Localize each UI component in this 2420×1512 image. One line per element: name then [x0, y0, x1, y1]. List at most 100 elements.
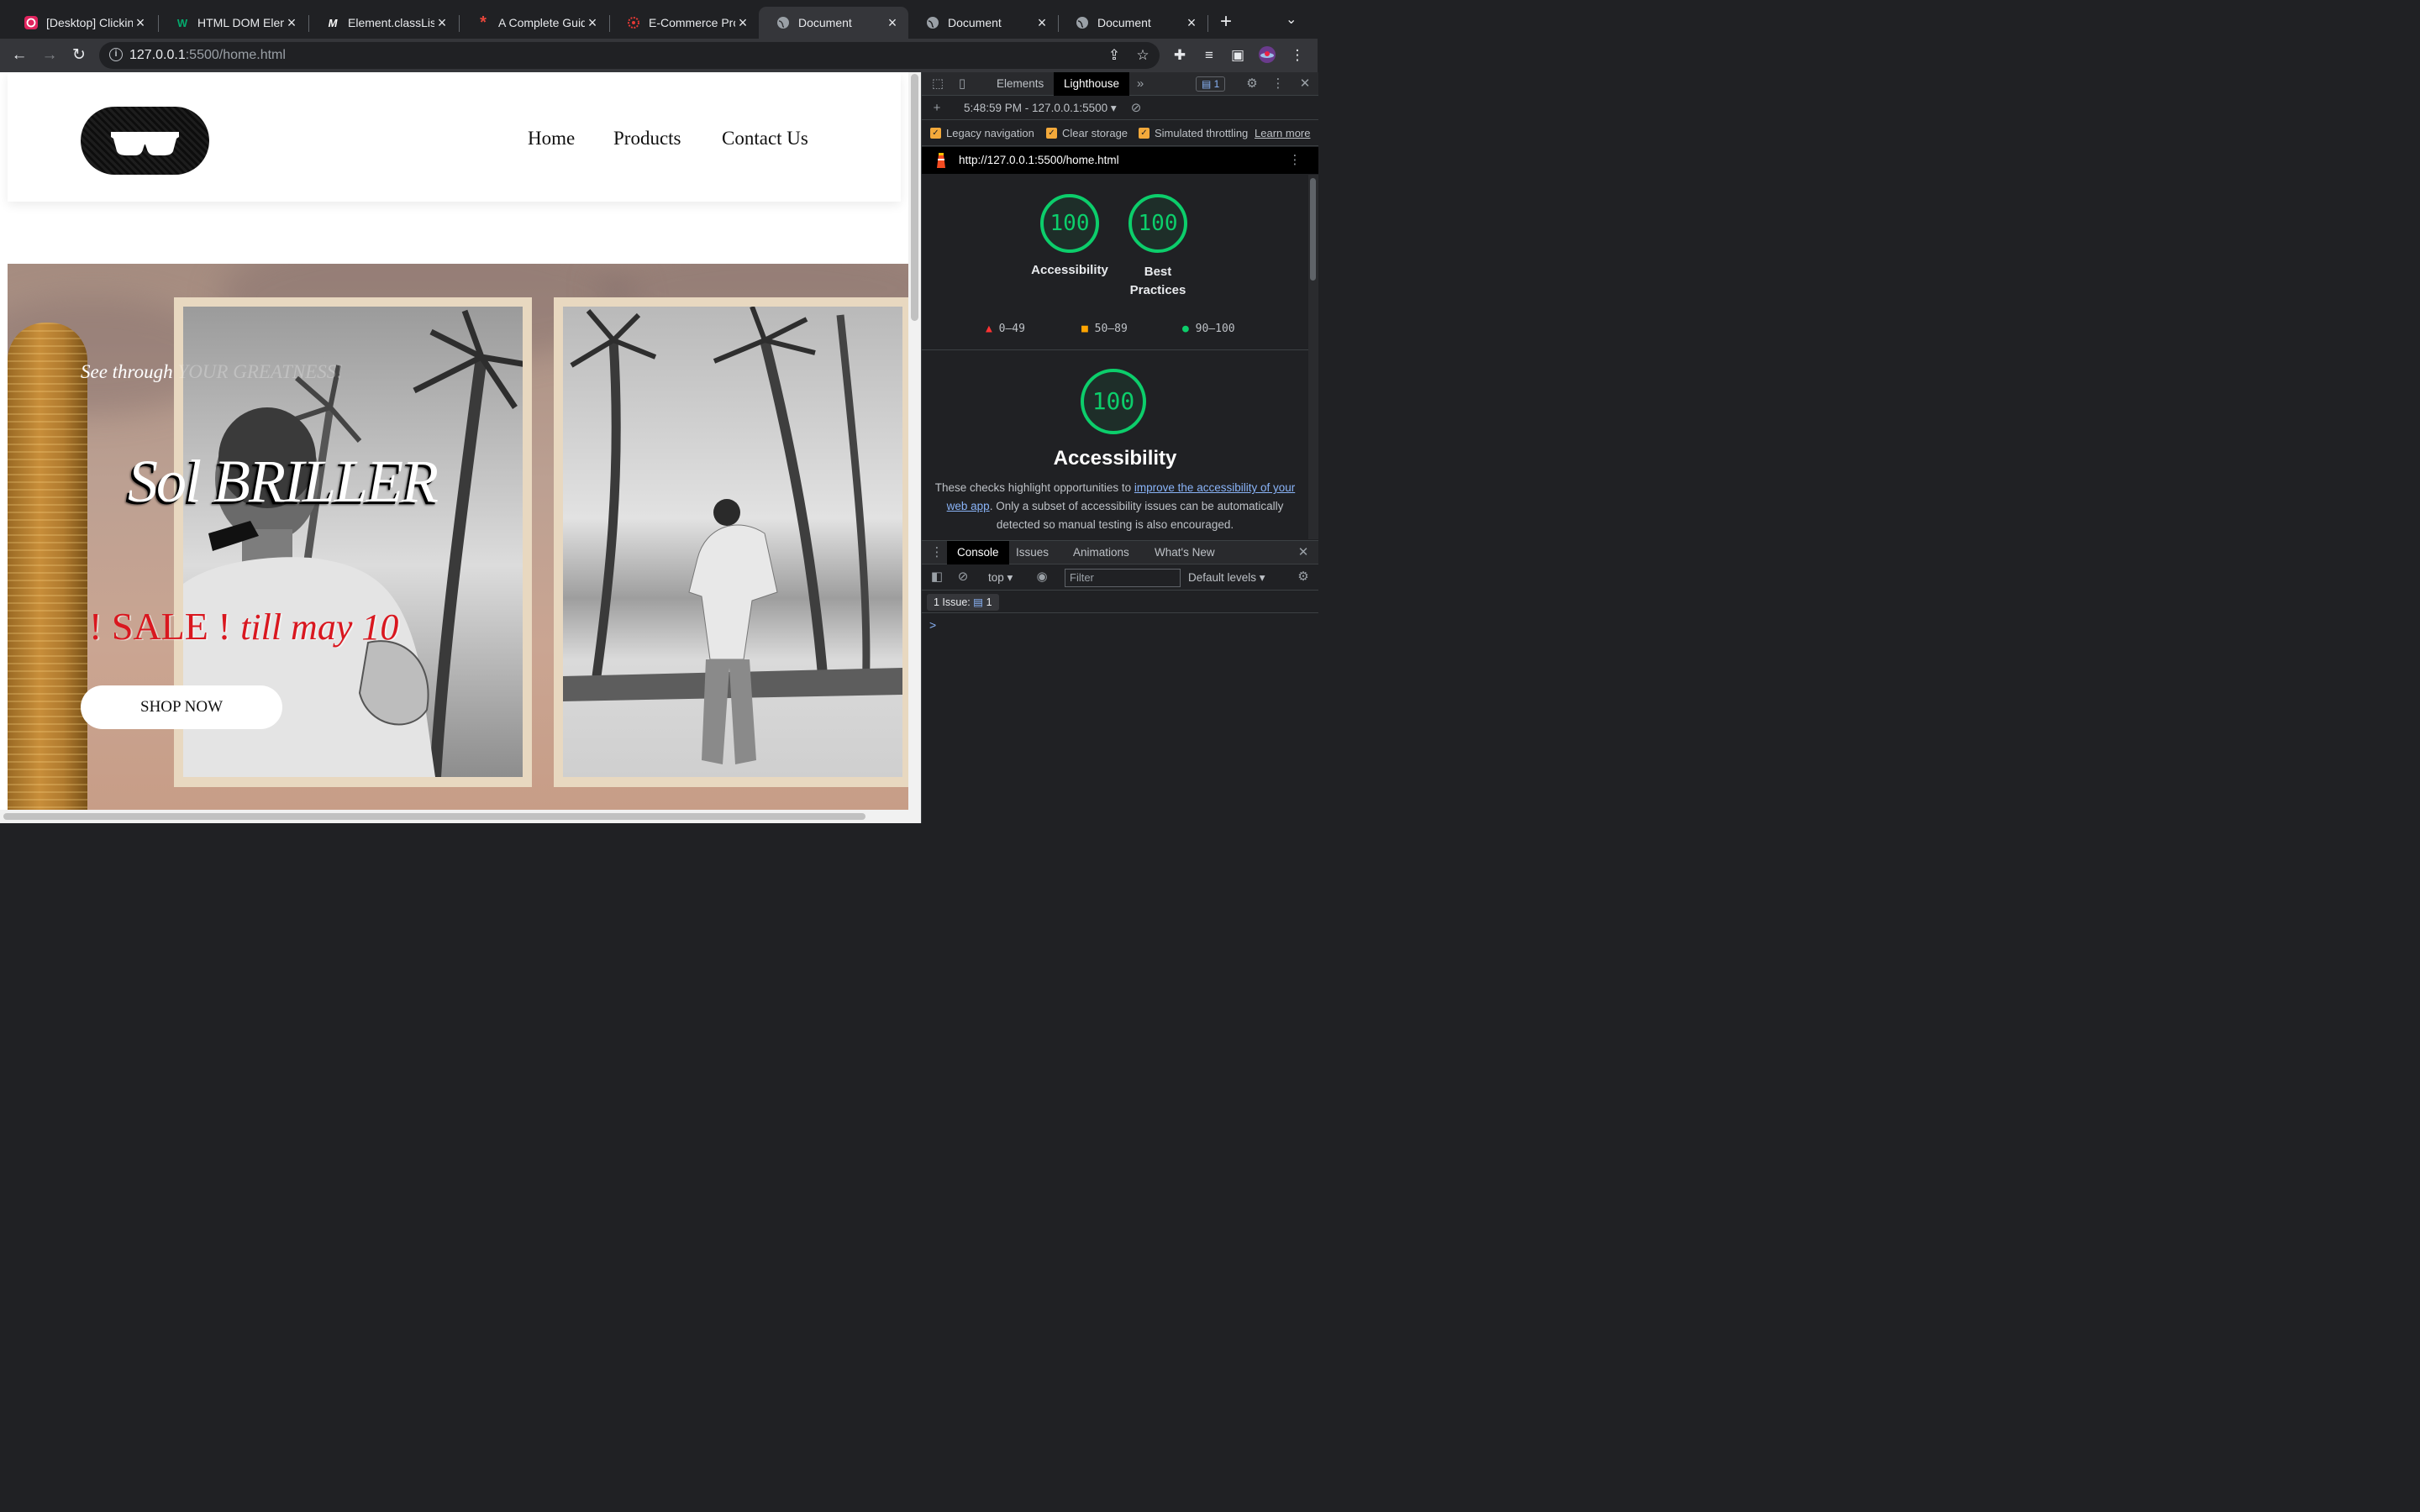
media-control-icon[interactable]: ≡: [1199, 45, 1219, 66]
report-selector[interactable]: 5:48:59 PM - 127.0.0.1:5500 ▾: [964, 102, 1117, 115]
drawer-tab-bar: ⋮ Console Issues Animations What's New ✕: [922, 541, 1318, 564]
hero-banner: See through YOUR GREATNESS! Sol BRILLER …: [8, 264, 908, 810]
close-tab-icon[interactable]: ×: [1184, 14, 1199, 32]
tab-elements[interactable]: Elements: [986, 72, 1054, 96]
legacy-navigation-checkbox[interactable]: ✓: [930, 128, 941, 139]
nav-contact-link[interactable]: Contact Us: [722, 128, 808, 150]
tab-animations[interactable]: Animations: [1063, 541, 1139, 564]
simulated-throttling-checkbox[interactable]: ✓: [1139, 128, 1150, 139]
browser-tab-active[interactable]: Document ×: [759, 7, 908, 39]
pass-circle-icon: ●: [1182, 323, 1189, 335]
sunglasses-logo[interactable]: [81, 107, 209, 175]
hero-tagline-faded: YOUR GREATNESS!: [177, 361, 343, 382]
device-toolbar-icon[interactable]: ▯: [954, 76, 971, 92]
site-info-icon[interactable]: i: [109, 48, 123, 61]
extensions-puzzle-icon[interactable]: ✚: [1170, 45, 1190, 66]
close-tab-icon[interactable]: ×: [133, 14, 148, 32]
nav-products-link[interactable]: Products: [613, 128, 681, 150]
site-header: Home Products Contact Us: [8, 72, 901, 202]
close-tab-icon[interactable]: ×: [434, 14, 450, 32]
tab-console[interactable]: Console: [947, 541, 1009, 564]
back-arrow-icon[interactable]: ←: [9, 45, 29, 66]
page-vertical-scrollbar[interactable]: [908, 72, 921, 823]
best-practices-score-gauge[interactable]: 100: [1128, 194, 1187, 253]
tab-issues[interactable]: Issues: [1006, 541, 1059, 564]
clear-reports-icon[interactable]: ⊘: [1128, 100, 1144, 117]
close-tab-icon[interactable]: ×: [735, 14, 750, 32]
learn-more-link[interactable]: Learn more: [1255, 127, 1310, 139]
share-icon[interactable]: ⇪: [1105, 46, 1123, 65]
console-issues-row: 1 Issue: ▤ 1: [922, 591, 1318, 613]
w3schools-icon: W: [176, 16, 188, 29]
browser-tab[interactable]: E-Commerce Proj ×: [609, 7, 759, 39]
live-expression-eye-icon[interactable]: ◉: [1034, 569, 1050, 585]
forward-arrow-icon[interactable]: →: [39, 45, 60, 66]
browser-tab[interactable]: Document ×: [1058, 7, 1207, 39]
lighthouse-logo-icon: [934, 153, 948, 168]
close-tab-icon[interactable]: ×: [1034, 14, 1050, 32]
url-text[interactable]: 127.0.0.1:5500/home.html: [129, 48, 286, 63]
close-tab-icon[interactable]: ×: [885, 14, 900, 32]
accessibility-score-gauge[interactable]: 100: [1040, 194, 1099, 253]
reload-icon[interactable]: ↻: [69, 45, 89, 66]
close-tab-icon[interactable]: ×: [585, 14, 600, 32]
tab-title: Document: [798, 16, 852, 29]
console-filter-input[interactable]: Filter: [1065, 569, 1181, 587]
legend-average: ■ 50–89: [1081, 323, 1128, 335]
best-practices-score-label: Best Practices: [1129, 265, 1186, 297]
bookmark-star-icon[interactable]: ☆: [1134, 46, 1152, 65]
legend-fail: ▲ 0–49: [986, 323, 1025, 335]
clear-console-icon[interactable]: ⊘: [955, 569, 971, 585]
new-report-plus-icon[interactable]: +: [929, 100, 945, 117]
globe-icon: [1075, 15, 1090, 30]
issues-counter-button[interactable]: 1 Issue: ▤ 1: [927, 594, 999, 611]
console-sidebar-icon[interactable]: ◧: [929, 569, 945, 585]
music-app-icon: [24, 15, 39, 30]
profile-avatar[interactable]: [1257, 45, 1277, 66]
close-drawer-icon[interactable]: ✕: [1295, 544, 1312, 561]
issue-chat-icon: ▤: [973, 596, 984, 608]
globe-icon: [925, 15, 940, 30]
clear-storage-checkbox[interactable]: ✓: [1046, 128, 1057, 139]
section-title: Accessibility: [1053, 447, 1177, 470]
palm-beach-illustration: [563, 307, 902, 764]
side-panel-icon[interactable]: ▣: [1228, 45, 1248, 66]
console-settings-gear-icon[interactable]: ⚙: [1295, 569, 1312, 585]
drawer-menu-icon[interactable]: ⋮: [929, 544, 945, 561]
webpage-viewport: Home Products Contact Us See through YOU…: [0, 72, 921, 823]
report-scrollbar[interactable]: [1308, 175, 1318, 539]
legend-pass: ● 90–100: [1182, 323, 1235, 335]
nav-home-link[interactable]: Home: [528, 128, 575, 150]
tab-title: Document: [1097, 16, 1151, 29]
address-bar[interactable]: i 127.0.0.1:5500/home.html ⇪ ☆: [99, 42, 1160, 69]
browser-menu-icon[interactable]: ⋮: [1287, 45, 1307, 66]
sale-banner: ! SALE ! till may 10: [89, 604, 398, 648]
close-tab-icon[interactable]: ×: [284, 14, 299, 32]
browser-tab-strip: [Desktop] Clicking × W HTML DOM Eleme × …: [0, 0, 1318, 39]
browser-tab[interactable]: * A Complete Guide ×: [459, 7, 608, 39]
tab-whats-new[interactable]: What's New: [1144, 541, 1225, 564]
shop-now-button[interactable]: SHOP NOW: [81, 685, 282, 729]
console-prompt[interactable]: >: [929, 618, 936, 632]
context-selector[interactable]: top ▾: [988, 571, 1013, 585]
tab-title: A Complete Guide: [498, 16, 585, 29]
browser-tab[interactable]: W HTML DOM Eleme ×: [158, 7, 308, 39]
settings-gear-icon[interactable]: ⚙: [1244, 76, 1260, 92]
more-tabs-chevron-icon[interactable]: »: [1132, 76, 1149, 92]
browser-tab[interactable]: [Desktop] Clicking ×: [7, 7, 156, 39]
devtools-menu-icon[interactable]: ⋮: [1270, 76, 1286, 92]
page-horizontal-scrollbar[interactable]: [0, 810, 908, 823]
tab-search-chevron-icon[interactable]: ⌄: [1286, 11, 1297, 28]
close-devtools-icon[interactable]: ✕: [1297, 76, 1313, 92]
new-tab-button[interactable]: +: [1215, 10, 1237, 34]
report-url[interactable]: http://127.0.0.1:5500/home.html: [959, 154, 1119, 166]
tab-lighthouse[interactable]: Lighthouse: [1054, 72, 1130, 96]
sunglasses-icon: [111, 132, 179, 155]
issues-badge[interactable]: ▤ 1: [1196, 76, 1226, 92]
inspect-element-icon[interactable]: ⬚: [929, 76, 946, 92]
report-menu-icon[interactable]: ⋮: [1286, 152, 1303, 169]
legacy-navigation-label: Legacy navigation: [946, 127, 1034, 139]
browser-tab[interactable]: Document ×: [908, 7, 1058, 39]
browser-tab[interactable]: M Element.classList ×: [308, 7, 458, 39]
log-levels-dropdown[interactable]: Default levels ▾: [1188, 571, 1265, 585]
